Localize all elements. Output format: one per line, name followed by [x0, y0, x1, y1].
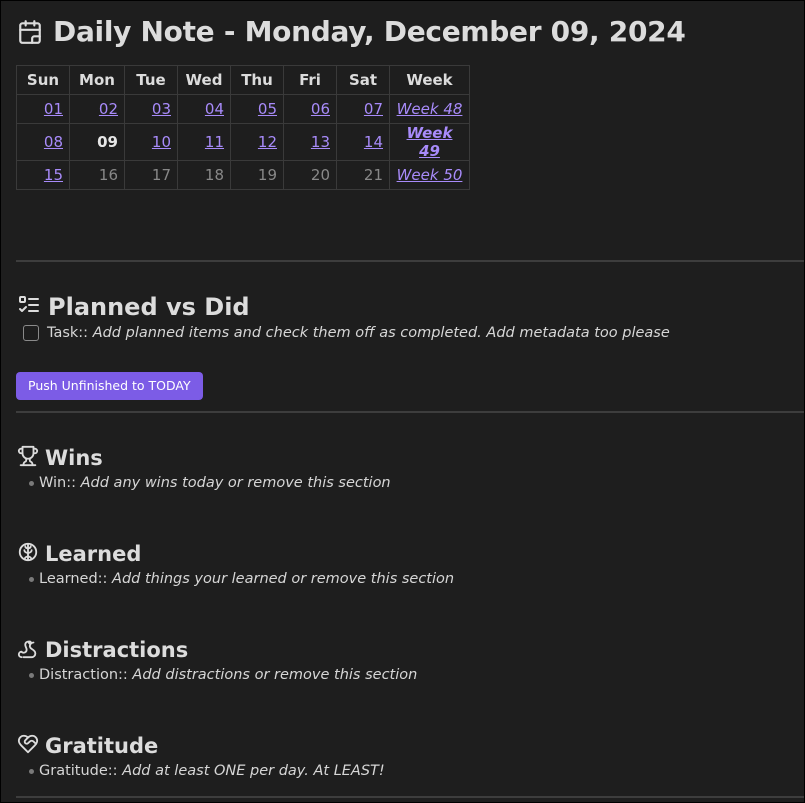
header-sun: Sun: [16, 65, 70, 95]
day-link[interactable]: 12: [258, 133, 277, 151]
day-link[interactable]: 05: [258, 100, 277, 118]
week-link[interactable]: Week 50: [397, 166, 463, 184]
distractions-heading-row: Distractions: [17, 637, 188, 663]
day-link[interactable]: 07: [364, 100, 383, 118]
checklist-icon: [17, 293, 41, 321]
wins-heading-row: Wins: [17, 445, 103, 471]
distractions-heading: Distractions: [45, 638, 189, 662]
wins-key: Win::: [39, 475, 77, 491]
learned-heading: Learned: [45, 542, 142, 566]
day-link[interactable]: 15: [44, 166, 63, 184]
day-link[interactable]: 01: [44, 100, 63, 118]
gratitude-heading-row: Gratitude: [17, 733, 158, 759]
calendar-week-row: 08 09 10 11 12 13 14 Week 49: [16, 123, 470, 161]
note-title-row: Daily Note - Monday, December 09, 2024: [17, 15, 686, 48]
gratitude-heading: Gratitude: [45, 734, 159, 758]
gratitude-key: Gratitude::: [39, 763, 118, 779]
planned-heading-row: Planned vs Did: [17, 293, 250, 321]
future-day: 18: [204, 166, 224, 184]
task-value: Add planned items and check them off as …: [92, 325, 670, 341]
header-thu: Thu: [230, 65, 284, 95]
squirrel-icon: [17, 637, 39, 663]
learned-item: Learned:: Add things your learned or rem…: [29, 571, 454, 587]
wins-value: Add any wins today or remove this sectio…: [80, 475, 391, 491]
section-divider: [16, 260, 804, 262]
learned-heading-row: Learned: [17, 541, 141, 567]
gratitude-value: Add at least ONE per day. At LEAST!: [122, 763, 385, 779]
calendar-table: Sun Mon Tue Wed Thu Fri Sat Week 01 02 0…: [16, 65, 470, 190]
day-link[interactable]: 03: [152, 100, 171, 118]
day-link[interactable]: 02: [99, 100, 118, 118]
day-link[interactable]: 13: [311, 133, 330, 151]
header-week: Week: [389, 65, 470, 95]
week-link[interactable]: Week 48: [397, 100, 463, 118]
bullet-icon: [29, 672, 34, 678]
heart-handshake-icon: [17, 733, 39, 759]
future-day: 20: [310, 166, 330, 184]
calendar-week-row: 01 02 03 04 05 06 07 Week 48: [16, 94, 470, 124]
distractions-key: Distraction::: [39, 667, 128, 683]
current-day: 09: [97, 133, 118, 151]
future-day: 21: [363, 166, 383, 184]
header-fri: Fri: [283, 65, 337, 95]
planned-heading: Planned vs Did: [48, 293, 250, 321]
section-divider: [16, 411, 804, 413]
bullet-icon: [29, 480, 34, 486]
day-link[interactable]: 10: [152, 133, 171, 151]
calendar-icon: [17, 19, 43, 45]
current-week-link[interactable]: Week 49: [407, 124, 453, 160]
wins-heading: Wins: [45, 446, 103, 470]
future-day: 19: [257, 166, 277, 184]
task-key: Task::: [47, 325, 89, 341]
day-link[interactable]: 11: [205, 133, 224, 151]
future-day: 17: [151, 166, 171, 184]
wins-item: Win:: Add any wins today or remove this …: [29, 475, 391, 491]
header-mon: Mon: [69, 65, 125, 95]
future-day: 16: [98, 166, 118, 184]
task-item: Task:: Add planned items and check them …: [23, 325, 670, 341]
header-wed: Wed: [177, 65, 231, 95]
day-link[interactable]: 06: [311, 100, 330, 118]
learned-key: Learned::: [39, 571, 108, 587]
header-tue: Tue: [124, 65, 178, 95]
distractions-item: Distraction:: Add distractions or remove…: [29, 667, 417, 683]
learned-value: Add things your learned or remove this s…: [112, 571, 455, 587]
page-title: Daily Note - Monday, December 09, 2024: [53, 15, 686, 48]
trophy-icon: [17, 445, 39, 471]
day-link[interactable]: 04: [205, 100, 224, 118]
distractions-value: Add distractions or remove this section: [132, 667, 418, 683]
section-divider: [16, 796, 804, 798]
day-link[interactable]: 08: [44, 133, 63, 151]
task-checkbox[interactable]: [23, 325, 39, 341]
calendar-header-row: Sun Mon Tue Wed Thu Fri Sat Week: [16, 65, 470, 95]
gratitude-item: Gratitude:: Add at least ONE per day. At…: [29, 763, 385, 779]
note-view: Daily Note - Monday, December 09, 2024 S…: [0, 0, 805, 803]
brain-icon: [17, 541, 39, 567]
header-sat: Sat: [336, 65, 390, 95]
push-unfinished-button[interactable]: Push Unfinished to TODAY: [16, 372, 203, 400]
bullet-icon: [29, 576, 34, 582]
bullet-icon: [29, 768, 34, 774]
calendar-week-row: 15 16 17 18 19 20 21 Week 50: [16, 160, 470, 190]
day-link[interactable]: 14: [364, 133, 383, 151]
